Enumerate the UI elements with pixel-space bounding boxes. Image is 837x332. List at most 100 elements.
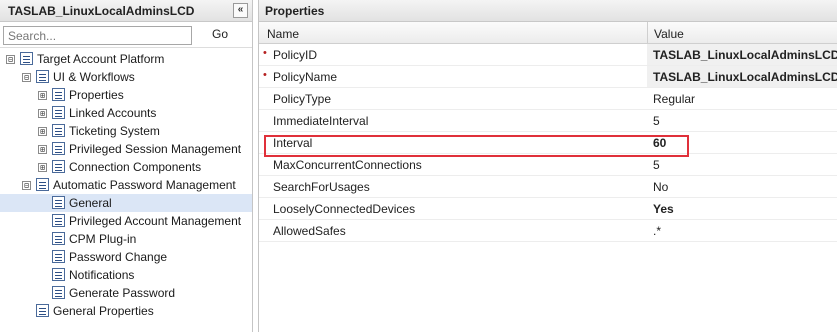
properties-title-bar: Properties [259, 0, 837, 22]
column-header-name[interactable]: Name [267, 27, 299, 41]
property-row[interactable]: AllowedSafes .* [259, 220, 837, 242]
collapse-node-icon[interactable]: ⊟ [22, 181, 31, 190]
tree-node-label: Connection Components [69, 160, 202, 174]
tree-node[interactable]: ⊞ Ticketing System [0, 122, 252, 140]
tree-node-label: Linked Accounts [69, 106, 157, 120]
platform-title-bar: TASLAB_LinuxLocalAdminsLCD « [0, 0, 252, 22]
list-node-icon [52, 232, 65, 245]
expand-node-icon[interactable]: ⊞ [38, 109, 47, 118]
list-node-icon [52, 214, 65, 227]
tree-node[interactable]: ⊟ Target Account Platform [0, 50, 252, 68]
value-cell-background [647, 176, 837, 197]
tree-node[interactable]: CPM Plug-in [0, 230, 252, 248]
property-row[interactable]: ImmediateInterval 5 [259, 110, 837, 132]
interval-row-highlight [264, 135, 689, 157]
tree-node[interactable]: Privileged Account Management [0, 212, 252, 230]
collapse-node-icon[interactable]: ⊟ [22, 73, 31, 82]
property-value[interactable]: Yes [653, 202, 674, 216]
property-value[interactable]: No [653, 180, 668, 194]
column-header-value[interactable]: Value [654, 27, 684, 41]
tree-node-label: Privileged Account Management [69, 214, 242, 228]
property-row[interactable]: • PolicyName TASLAB_LinuxLocalAdminsLCD [259, 66, 837, 88]
platform-title: TASLAB_LinuxLocalAdminsLCD [8, 3, 195, 18]
properties-panel: Properties Name Value • PolicyID TASLAB_Li… [258, 0, 837, 332]
search-input[interactable] [3, 26, 192, 45]
property-value[interactable]: TASLAB_LinuxLocalAdminsLCD [653, 70, 837, 84]
list-node-icon [52, 124, 65, 137]
tree-node-label: UI & Workflows [53, 70, 135, 84]
tree-panel: TASLAB_LinuxLocalAdminsLCD « Go ⊟ Target … [0, 0, 253, 332]
property-name: PolicyID [273, 48, 318, 62]
collapse-panel-button[interactable]: « [233, 3, 248, 18]
tree-node-label: Privileged Session Management [69, 142, 242, 156]
property-value[interactable]: 5 [653, 114, 660, 128]
property-name: MaxConcurrentConnections [273, 158, 422, 172]
property-value[interactable]: .* [653, 224, 661, 238]
tree-node-label: Password Change [69, 250, 168, 264]
property-value[interactable]: Regular [653, 92, 695, 106]
property-value[interactable]: TASLAB_LinuxLocalAdminsLCD [653, 48, 837, 62]
list-node-icon [52, 196, 65, 209]
required-marker: • [263, 69, 267, 81]
tree-node-label: CPM Plug-in [69, 232, 137, 246]
property-name: PolicyName [273, 70, 338, 84]
list-node-icon [52, 286, 65, 299]
tree-node[interactable]: ⊞ Privileged Session Management [0, 140, 252, 158]
list-node-icon [52, 160, 65, 173]
tree-node[interactable]: Notifications [0, 266, 252, 284]
list-node-icon [36, 178, 49, 191]
expand-node-icon[interactable]: ⊞ [38, 163, 47, 172]
list-node-icon [52, 106, 65, 119]
collapse-node-icon[interactable]: ⊟ [6, 55, 15, 64]
list-node-icon [52, 142, 65, 155]
value-cell-background [647, 154, 837, 175]
property-row[interactable]: PolicyType Regular [259, 88, 837, 110]
tree-node[interactable]: General Properties [0, 302, 252, 320]
go-button[interactable]: Go [212, 27, 228, 41]
column-divider[interactable] [647, 22, 648, 44]
expand-node-icon[interactable]: ⊞ [38, 145, 47, 154]
property-name: SearchForUsages [273, 180, 370, 194]
tree-node[interactable]: Generate Password [0, 284, 252, 302]
tree-node-label: Ticketing System [69, 124, 160, 138]
property-name: AllowedSafes [273, 224, 346, 238]
list-node-icon [36, 70, 49, 83]
properties-title: Properties [265, 3, 325, 18]
property-name: LooselyConnectedDevices [273, 202, 416, 216]
list-node-icon [52, 250, 65, 263]
value-cell-background [647, 198, 837, 219]
tree-node-label: Notifications [69, 268, 135, 282]
tree-node[interactable]: Password Change [0, 248, 252, 266]
expand-node-icon[interactable]: ⊞ [38, 91, 47, 100]
tree-node[interactable]: ⊞ Properties [0, 86, 252, 104]
tree-node[interactable]: General [0, 194, 252, 212]
grid-column-header: Name Value [259, 22, 837, 44]
list-node-icon [52, 88, 65, 101]
property-value[interactable]: 5 [653, 158, 660, 172]
tree-node-label: Automatic Password Management [53, 178, 236, 192]
tree-node-label: Properties [69, 88, 124, 102]
tree-node[interactable]: ⊟ Automatic Password Management [0, 176, 252, 194]
property-row[interactable]: • PolicyID TASLAB_LinuxLocalAdminsLCD [259, 44, 837, 66]
tree-node-label: Generate Password [69, 286, 176, 300]
property-name: PolicyType [273, 92, 332, 106]
property-row[interactable]: SearchForUsages No [259, 176, 837, 198]
list-node-icon [36, 304, 49, 317]
list-node-icon [52, 268, 65, 281]
tree-node[interactable]: ⊞ Connection Components [0, 158, 252, 176]
value-cell-background [647, 110, 837, 131]
list-node-icon [20, 52, 33, 65]
tree-node-label: General [69, 196, 112, 210]
tree-node[interactable]: ⊟ UI & Workflows [0, 68, 252, 86]
expand-node-icon[interactable]: ⊞ [38, 127, 47, 136]
platform-tree: ⊟ Target Account Platform ⊟ UI & Workflows ⊞… [0, 50, 252, 320]
required-marker: • [263, 47, 267, 59]
property-name: ImmediateInterval [273, 114, 369, 128]
tree-node[interactable]: ⊞ Linked Accounts [0, 104, 252, 122]
value-cell-background [647, 220, 837, 241]
search-bar: Go [0, 22, 252, 48]
tree-node-label: General Properties [53, 304, 154, 318]
property-row[interactable]: MaxConcurrentConnections 5 [259, 154, 837, 176]
tree-node-label: Target Account Platform [37, 52, 165, 66]
property-row[interactable]: LooselyConnectedDevices Yes [259, 198, 837, 220]
